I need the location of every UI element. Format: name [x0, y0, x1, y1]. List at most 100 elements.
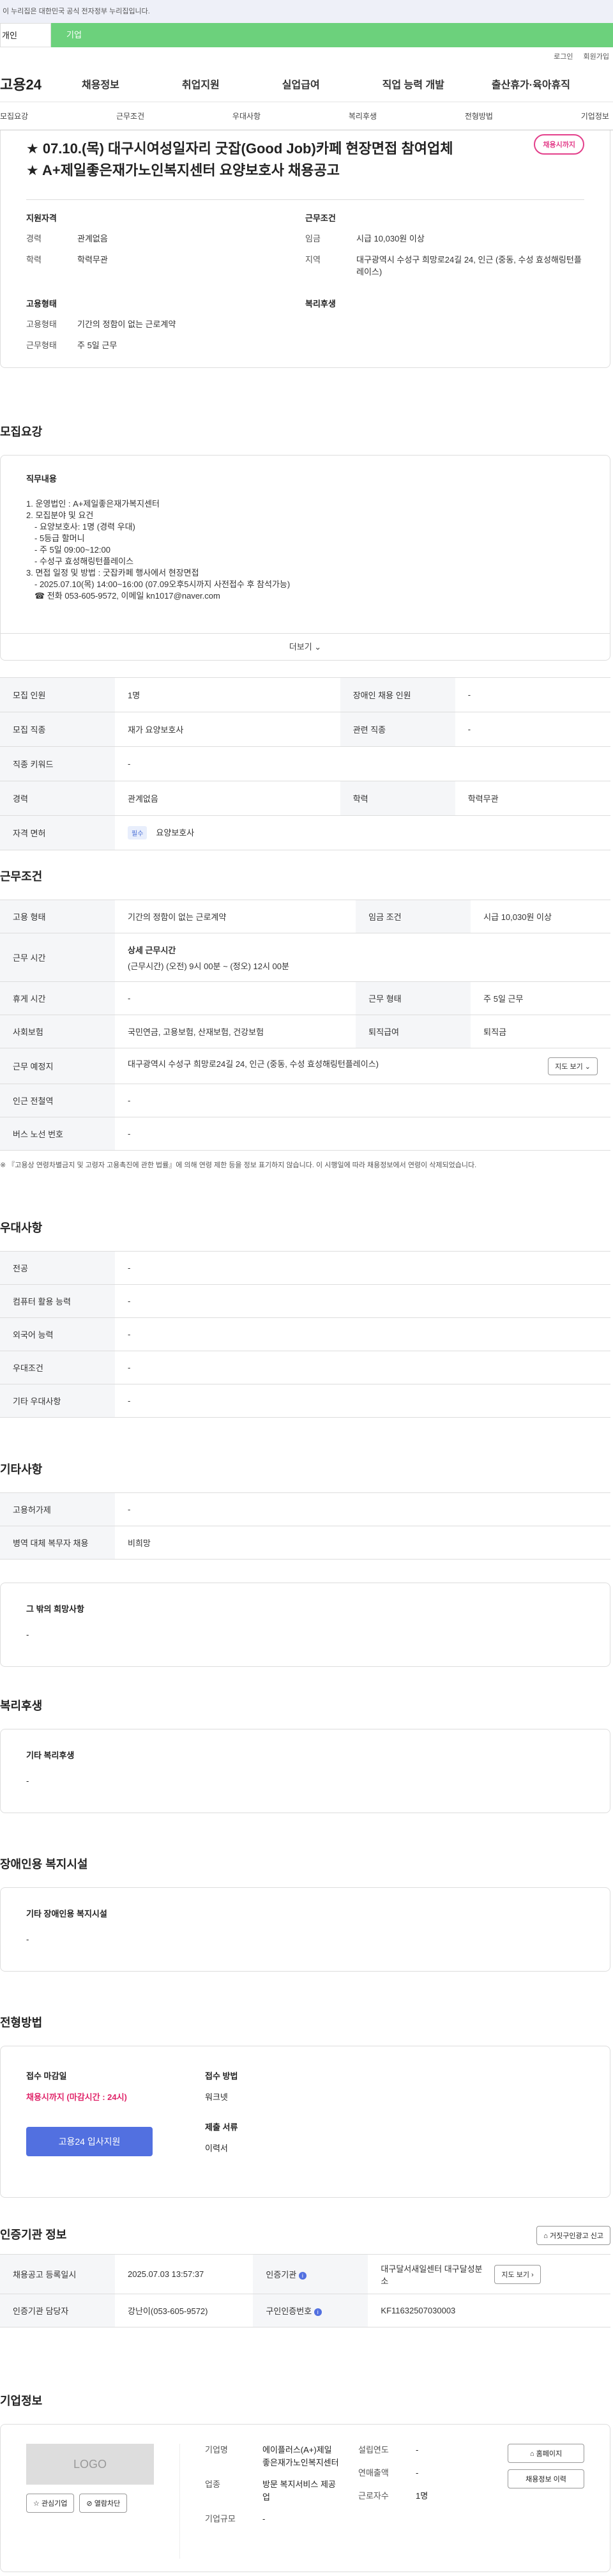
docs-key: 제출 서류 — [205, 2122, 238, 2132]
sales-key: 연매출액 — [358, 2468, 389, 2478]
cell-value: - — [115, 981, 356, 1015]
job-desc-line: 3. 면접 일정 및 방법 : 굿잡카페 행사에서 현장면접 — [26, 568, 199, 578]
job-desc-line: - 주 5일 09:00~12:00 — [26, 545, 110, 555]
sales-value: - — [416, 2468, 419, 2478]
recruit-table: 모집 인원 1명 장애인 채용 인원 - 모집 직종 재가 요양보호사 관련 직종 - 직종… — [0, 677, 610, 850]
name-key: 기업명 — [205, 2445, 228, 2455]
other-wish-value: - — [26, 1630, 29, 1639]
more-button[interactable]: 더보기 ⌄ — [1, 633, 610, 660]
cell-value: - — [115, 1351, 610, 1384]
map-button[interactable]: 지도 보기 ⌄ — [548, 1057, 598, 1075]
id-key: 구인인증번호 — [266, 2306, 312, 2316]
tab-company[interactable]: 기업 — [51, 23, 613, 47]
disability-title: 장애인용 복지시설 — [0, 1858, 88, 1871]
info-icon[interactable]: i — [298, 2272, 306, 2280]
time-value: (근무시간) (오전) 9시 00분 ~ (정오) 12시 00분 — [128, 961, 289, 971]
cell-value: - — [115, 1084, 610, 1117]
job-desc-line: 1. 운영법인 : A+제일좋은재가복지센터 — [26, 499, 160, 509]
job-desc-line: 2. 모집분야 및 요건 — [26, 510, 94, 520]
table-row: 사회보험 국민연금, 고용보험, 산재보험, 건강보험 퇴직급여 퇴직금 — [0, 1015, 610, 1048]
etc-title: 기타사항 — [0, 1463, 43, 1476]
recruit-title: 모집요강 — [0, 425, 43, 438]
agency-map-button[interactable]: 지도 보기 › — [494, 2264, 541, 2284]
nav-employment-support[interactable]: 취업지원 — [182, 76, 220, 91]
cell-key: 장애인 채용 인원 — [340, 677, 455, 712]
process-title: 전형방법 — [0, 2016, 43, 2029]
cell-key: 모집 인원 — [0, 677, 115, 712]
page-title: ★ 07.10.(목) 대구시여성일자리 굿잡(Good Job)카페 현장면접… — [26, 138, 511, 181]
cell-key: 우대조건 — [0, 1351, 115, 1384]
cell-value: 강난이(053-605-9572) — [115, 2294, 254, 2327]
subnav-company[interactable]: 기업정보 — [581, 111, 609, 121]
tab-person[interactable]: 개인 — [0, 23, 51, 47]
cell-value: - — [115, 1492, 610, 1526]
report-button[interactable]: ⌂ 거짓구인광고 신고 — [536, 2226, 610, 2245]
cell-key: 인증기관 담당자 — [0, 2294, 115, 2327]
cell-value: 기간의 정함이 없는 근로계약 — [115, 900, 356, 933]
size-value: - — [262, 2514, 266, 2524]
license-cell: 필수 요양보호사 — [115, 815, 610, 850]
homepage-button[interactable]: ⌂ 홈페이지 — [508, 2444, 584, 2463]
region-key: 지역 — [305, 255, 321, 264]
job-summary-card: 채용시까지 ★ 07.10.(목) 대구시여성일자리 굿잡(Good Job)카… — [0, 130, 610, 368]
name-value: 에이플러스(A+)제일좋은재가노인복지센터 — [262, 2445, 339, 2467]
deadline-value: 채용시까지 (마감시간 : 24시) — [26, 2092, 127, 2102]
job-desc-line: ☎ 전화 053-605-9572, 이메일 kn1017@naver.com — [26, 591, 220, 601]
join-link[interactable]: 회원가입 — [584, 51, 609, 61]
cell-value: 2025.07.03 13:57:37 — [115, 2254, 254, 2294]
industry-key: 업종 — [205, 2480, 220, 2489]
disability-box-label: 기타 장애인용 복지시설 — [26, 1909, 107, 1919]
job-desc-line: - 요양보호사: 1명 (경력 우대) — [26, 522, 135, 532]
info-icon[interactable]: i — [314, 2308, 322, 2316]
report-label: 거짓구인광고 신고 — [549, 2232, 603, 2240]
cell-key: 병역 대체 복무자 채용 — [0, 1526, 115, 1560]
cell-key: 인근 전철역 — [0, 1084, 115, 1117]
wtype-value: 주 5일 근무 — [77, 341, 117, 350]
cell-value: 학력무관 — [455, 781, 610, 816]
cell-value: KF11632507030003 — [368, 2294, 610, 2327]
cell-key: 외국어 능력 — [0, 1317, 115, 1351]
nav-unemployment[interactable]: 실업급여 — [282, 76, 320, 91]
docs-value: 이력서 — [205, 2143, 228, 2153]
cell-key: 모집 직종 — [0, 712, 115, 747]
agency-map-label: 지도 보기 — [501, 2271, 529, 2279]
welfare-value: - — [26, 1776, 29, 1786]
cell-key: 경력 — [0, 781, 115, 816]
subnav-conditions[interactable]: 근무조건 — [116, 111, 144, 121]
table-row: 자격 면허 필수 요양보호사 — [0, 815, 610, 850]
title-line-2: ★ A+제일좋은재가노인복지센터 요양보호사 채용공고 — [26, 162, 340, 178]
favorite-button[interactable]: ☆ 관심기업 — [26, 2494, 75, 2513]
time-heading: 상세 근무시간 — [128, 945, 176, 955]
license-value: 요양보호사 — [156, 828, 195, 838]
job-history-button[interactable]: 채용정보 이력 — [508, 2469, 584, 2488]
cell-key: 관련 직종 — [340, 712, 455, 747]
subnav-welfare[interactable]: 복리후생 — [349, 111, 377, 121]
cell-value: - — [115, 1117, 610, 1151]
pay-key: 임금 — [305, 234, 321, 243]
table-row: 모집 인원 1명 장애인 채용 인원 - — [0, 677, 610, 712]
table-row: 외국어 능력 - — [0, 1317, 610, 1351]
login-link[interactable]: 로그인 — [554, 51, 573, 61]
cell-value: 주 5일 근무 — [471, 981, 610, 1015]
block-button[interactable]: ⊘ 열람차단 — [79, 2494, 128, 2513]
subnav-recruit[interactable]: 모집요강 — [0, 111, 28, 121]
subnav-process[interactable]: 전형방법 — [465, 111, 493, 121]
nav-training[interactable]: 직업 능력 개발 — [382, 76, 444, 91]
etc-table: 고용허가제 - 병역 대체 복무자 채용 비희망 — [0, 1492, 610, 1560]
favorite-label: 관심기업 — [41, 2500, 68, 2508]
qual-label: 지원자격 — [26, 213, 57, 223]
status-badge: 채용시까지 — [534, 134, 584, 155]
site-logo[interactable]: 고용24 — [0, 73, 82, 94]
required-tag: 필수 — [128, 826, 148, 839]
apply-button[interactable]: 고용24 입사지원 — [26, 2127, 153, 2156]
cell-key: 퇴직급여 — [356, 1015, 471, 1048]
cell-key: 근무 예정지 — [0, 1048, 115, 1084]
table-row: 모집 직종 재가 요양보호사 관련 직종 - — [0, 712, 610, 747]
chevron-right-icon: › — [531, 2271, 534, 2279]
conditions-title: 근무조건 — [0, 870, 43, 883]
nav-leave[interactable]: 출산휴가·육아휴직 — [492, 76, 570, 91]
home-icon: ⌂ — [529, 2450, 534, 2458]
company-box: LOGO ☆ 관심기업 ⊘ 열람차단 기업명 에이플러스(A+)제일좋은재가노인복… — [0, 2424, 610, 2572]
nav-jobs[interactable]: 채용정보 — [82, 76, 119, 91]
subnav-preference[interactable]: 우대사항 — [232, 111, 261, 121]
